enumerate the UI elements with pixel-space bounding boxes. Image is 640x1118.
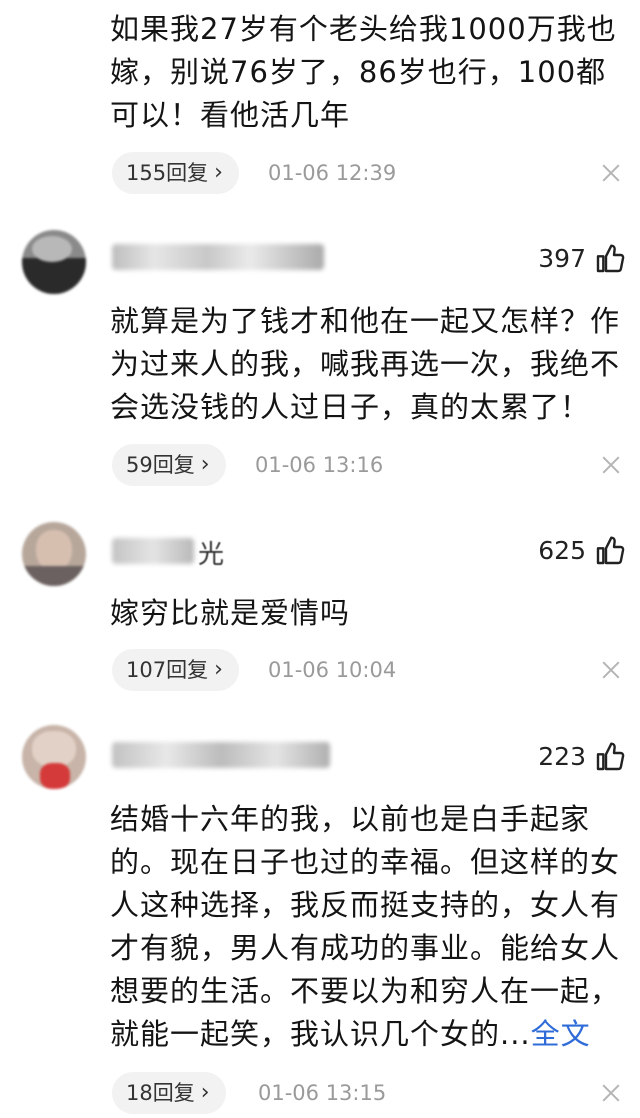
- avatar[interactable]: [22, 230, 86, 294]
- comment-3-timestamp: 01-06 10:04: [268, 658, 397, 682]
- comment-3-text: 嫁穷比就是爱情吗: [110, 596, 351, 630]
- comment-1-text: 如果我27岁有个老头给我1000万我也嫁，别说76岁了，86岁也行，100都可以…: [110, 12, 617, 132]
- username-visible-part[interactable]: 光: [198, 534, 224, 571]
- comment-3-like-count: 625: [538, 536, 586, 565]
- avatar[interactable]: [22, 522, 86, 586]
- chevron-right-icon: ›: [200, 452, 210, 477]
- chevron-right-icon: ›: [214, 160, 223, 185]
- comment-4-like-count: 223: [538, 742, 586, 771]
- close-icon[interactable]: [600, 454, 622, 476]
- thumbs-up-icon[interactable]: [594, 243, 626, 275]
- comment-4-timestamp: 01-06 13:15: [258, 1081, 387, 1105]
- comment-2-timestamp: 01-06 13:16: [255, 453, 384, 477]
- close-icon[interactable]: [600, 1082, 622, 1104]
- comment-1-reply-button[interactable]: 155回复 ›: [112, 152, 239, 194]
- comment-2-like-count: 397: [538, 244, 586, 273]
- close-icon[interactable]: [600, 659, 622, 681]
- username-blurred[interactable]: [112, 538, 194, 564]
- comment-3-reply-count: 107回复: [126, 658, 209, 682]
- comment-2-text: 就算是为了钱才和他在一起又怎样？作为过来人的我，喊我再选一次，我绝不会选没钱的人…: [110, 304, 621, 424]
- username-blurred[interactable]: [112, 244, 324, 270]
- full-text-link[interactable]: 全文: [531, 1017, 591, 1051]
- chevron-right-icon: ›: [200, 1080, 210, 1105]
- comment-1-timestamp: 01-06 12:39: [268, 161, 397, 185]
- comment-4-reply-count: 18回复: [126, 1081, 195, 1105]
- avatar[interactable]: [22, 725, 86, 789]
- comment-4-text: 结婚十六年的我，以前也是白手起家的。现在日子也过的幸福。但这样的女人这种选择，我…: [110, 798, 622, 1056]
- comment-4-reply-button[interactable]: 18回复 ›: [112, 1072, 226, 1114]
- close-icon[interactable]: [600, 162, 622, 184]
- comment-2-reply-count: 59回复: [126, 453, 195, 477]
- username-blurred[interactable]: [112, 742, 330, 768]
- thumbs-up-icon[interactable]: [594, 535, 626, 567]
- comment-4-text-body: 结婚十六年的我，以前也是白手起家的。现在日子也过的幸福。但这样的女人这种选择，我…: [110, 802, 621, 1051]
- comment-1-reply-count: 155回复: [126, 161, 209, 185]
- comment-2-reply-button[interactable]: 59回复 ›: [112, 444, 226, 486]
- thumbs-up-icon[interactable]: [594, 741, 626, 773]
- chevron-right-icon: ›: [214, 657, 223, 682]
- comment-3-reply-button[interactable]: 107回复 ›: [112, 649, 239, 691]
